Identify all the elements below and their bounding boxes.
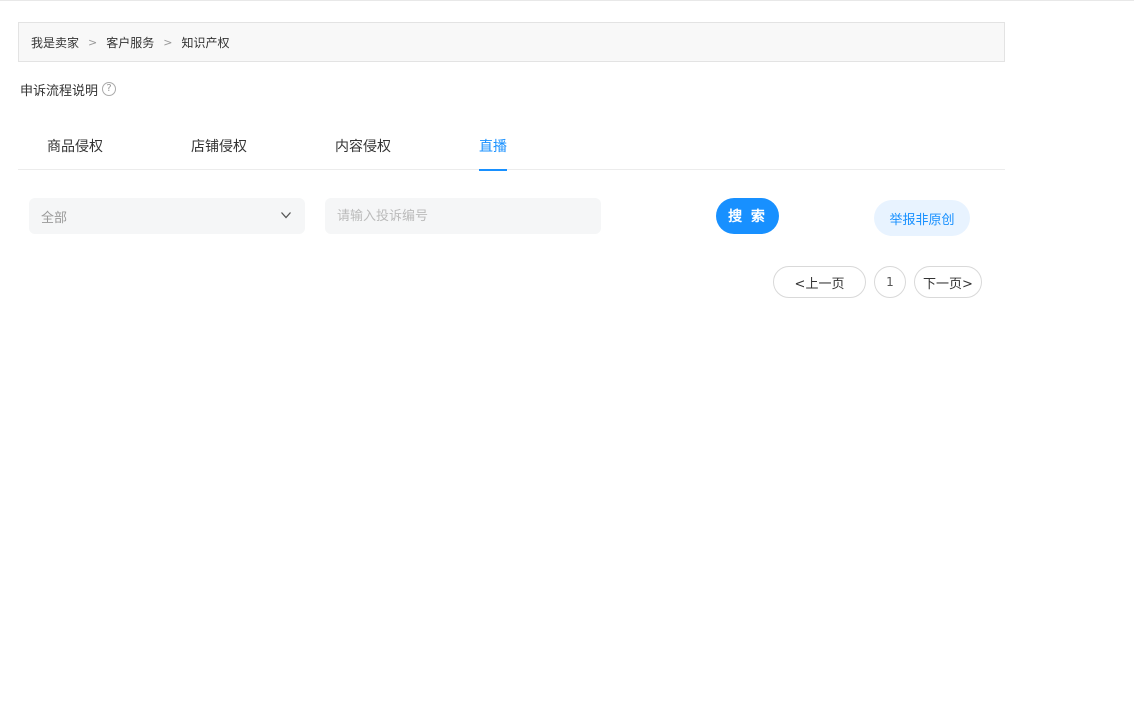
prev-page-button[interactable]: <上一页 <box>773 266 866 298</box>
tab-store-infringement[interactable]: 店铺侵权 <box>191 126 247 170</box>
next-page-button[interactable]: 下一页> <box>914 266 982 298</box>
tab-live-stream[interactable]: 直播 <box>479 126 507 171</box>
report-non-original-button[interactable]: 举报非原创 <box>874 200 970 236</box>
breadcrumb-separator: > <box>163 35 173 49</box>
question-circle-icon[interactable]: ? <box>102 82 117 96</box>
chevron-down-icon <box>281 212 291 219</box>
breadcrumb-item-seller[interactable]: 我是卖家 <box>31 34 79 51</box>
breadcrumb: 我是卖家 > 客户服务 > 知识产权 <box>18 22 1005 62</box>
breadcrumb-separator: > <box>88 35 98 49</box>
tab-product-infringement[interactable]: 商品侵权 <box>47 126 103 170</box>
search-button[interactable]: 搜 索 <box>716 198 779 234</box>
breadcrumb-item-ip: 知识产权 <box>181 35 230 50</box>
tab-content-infringement[interactable]: 内容侵权 <box>335 126 391 170</box>
appeal-process-help[interactable]: 申诉流程说明 ? <box>20 80 117 99</box>
top-divider <box>0 0 1134 2</box>
breadcrumb-item-customer-service[interactable]: 客户服务 <box>106 34 154 51</box>
appeal-process-label: 申诉流程说明 <box>20 83 99 99</box>
tab-bar: 商品侵权 店铺侵权 内容侵权 直播 <box>18 126 1005 171</box>
status-select[interactable]: 全部 <box>29 198 305 234</box>
page-number-button[interactable]: 1 <box>874 266 906 298</box>
complaint-number-input[interactable] <box>325 198 601 234</box>
status-select-value: 全部 <box>41 210 68 226</box>
